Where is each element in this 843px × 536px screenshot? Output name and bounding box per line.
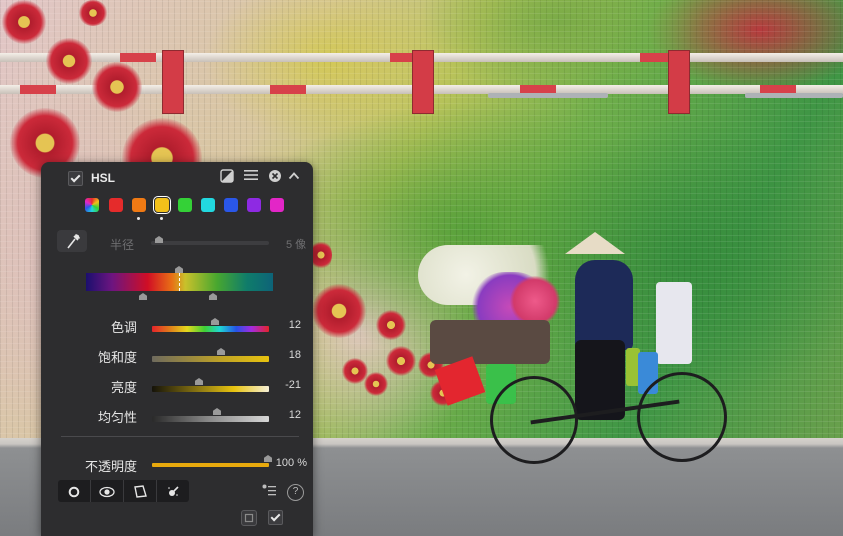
- collapse-icon[interactable]: [286, 169, 302, 185]
- uniformity-slider[interactable]: [152, 408, 269, 422]
- polygon-mask-icon[interactable]: [124, 480, 157, 502]
- eyedropper-button[interactable]: [57, 230, 87, 252]
- radius-value: 5 像: [286, 239, 307, 251]
- hue-center-line: [179, 273, 180, 291]
- luminance-label: 亮度: [110, 380, 137, 395]
- panel-title: HSL: [91, 171, 115, 185]
- swatch-purple[interactable]: [247, 198, 261, 212]
- luminance-slider[interactable]: [152, 378, 269, 392]
- radius-slider[interactable]: [151, 236, 269, 245]
- mosaic-flower: [386, 346, 416, 376]
- menu-icon[interactable]: [243, 169, 259, 185]
- enable-checkbox[interactable]: [68, 171, 83, 186]
- swatch-magenta[interactable]: [270, 198, 284, 212]
- hue-label: 色调: [110, 320, 137, 335]
- saturation-value: 18: [288, 349, 301, 361]
- apply-checkbox[interactable]: [268, 510, 283, 525]
- hsl-panel: HSL 半径 5 像 色调 12 饱和度 18 亮度 -21 均匀性 12 不透…: [41, 162, 313, 536]
- mosaic-flower: [376, 310, 406, 340]
- pipe: [745, 93, 843, 98]
- mosaic-flower: [2, 0, 46, 44]
- mosaic-flower: [78, 0, 108, 26]
- pipe: [488, 93, 608, 98]
- uniformity-label: 均匀性: [97, 410, 137, 425]
- swatch-blue[interactable]: [224, 198, 238, 212]
- swatch-green[interactable]: [178, 198, 192, 212]
- swatch-yellow[interactable]: [153, 196, 171, 214]
- adjusted-indicator: [137, 217, 140, 220]
- saturation-slider[interactable]: [152, 348, 269, 362]
- uniformity-value: 12: [288, 409, 301, 421]
- rail-post: [668, 50, 690, 114]
- mosaic-flower: [92, 62, 142, 112]
- swatch-all[interactable]: [85, 198, 99, 212]
- tone-list-icon[interactable]: [261, 484, 277, 500]
- hue-slider[interactable]: [152, 318, 269, 332]
- saturation-slider-handle[interactable]: [217, 348, 225, 355]
- adjusted-indicator: [160, 217, 163, 220]
- help-icon[interactable]: ?: [287, 484, 304, 501]
- mask-tools: [58, 480, 189, 502]
- hue-range-center-handle[interactable]: [175, 266, 183, 273]
- swatch-aqua[interactable]: [201, 198, 215, 212]
- mosaic-flower: [46, 38, 92, 84]
- divider: [61, 436, 299, 437]
- luminance-value: -21: [285, 379, 301, 391]
- rail-post: [162, 50, 184, 114]
- mask-icon[interactable]: [219, 169, 235, 185]
- panel-header: HSL: [41, 162, 313, 192]
- hue-range-right-handle[interactable]: [209, 293, 217, 300]
- opacity-slider[interactable]: [152, 455, 272, 467]
- circle-mask-icon[interactable]: [58, 480, 91, 502]
- luminance-slider-handle[interactable]: [195, 378, 203, 385]
- mosaic-flower: [312, 284, 366, 338]
- eye-mask-icon[interactable]: [91, 480, 124, 502]
- opacity-value: 100 %: [275, 457, 307, 469]
- swatch-red[interactable]: [109, 198, 123, 212]
- hue-range-left-handle[interactable]: [139, 293, 147, 300]
- radius-slider-handle[interactable]: [155, 236, 163, 243]
- saturation-label: 饱和度: [97, 350, 137, 365]
- mosaic-flower: [310, 240, 332, 270]
- mosaic-flower: [364, 372, 388, 396]
- hue-value: 12: [288, 319, 301, 331]
- swatch-orange[interactable]: [132, 198, 146, 212]
- rail-post: [412, 50, 434, 114]
- opacity-label: 不透明度: [84, 459, 137, 474]
- radius-label: 半径: [110, 238, 135, 252]
- uniformity-slider-handle[interactable]: [213, 408, 221, 415]
- hue-slider-handle[interactable]: [211, 318, 219, 325]
- close-icon[interactable]: [267, 169, 283, 185]
- reset-icon[interactable]: [241, 510, 257, 526]
- brush-mask-icon[interactable]: [157, 480, 189, 502]
